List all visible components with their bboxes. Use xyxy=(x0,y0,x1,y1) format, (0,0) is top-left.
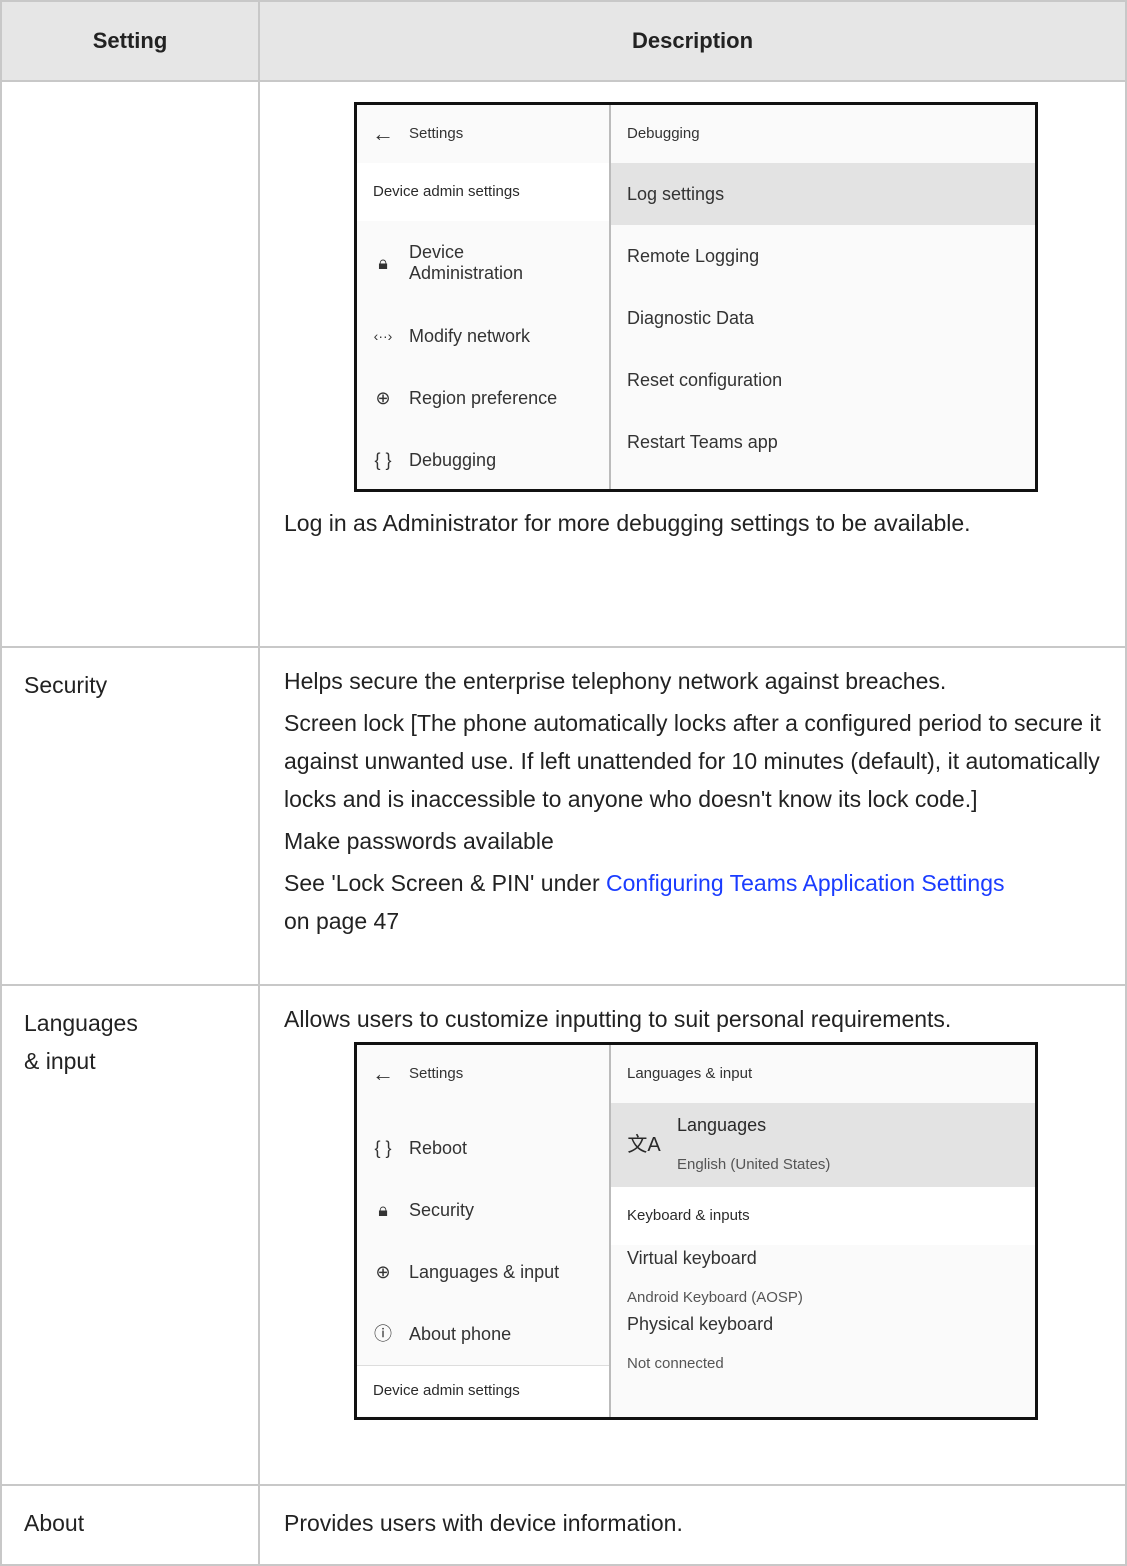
nav-item-reboot: { } Reboot xyxy=(357,1117,609,1179)
languages-subtitle: English (United States) xyxy=(677,1156,831,1173)
info-icon: ⓘ xyxy=(374,1324,392,1344)
physical-keyboard-title: Physical keyboard xyxy=(627,1314,774,1334)
back-arrow-icon: ← xyxy=(372,121,394,146)
table-header-row: Setting Description xyxy=(0,0,1127,82)
setting-cell-about: About xyxy=(0,1484,260,1566)
languages-title: Languages xyxy=(677,1115,767,1135)
braces-icon: { } xyxy=(374,450,392,470)
globe-icon: ⊕ xyxy=(375,388,391,408)
settings-header: ← Settings xyxy=(357,105,609,163)
document-page: Setting Description ← Settings Device ad… xyxy=(0,0,1127,1566)
section-label: Device admin settings xyxy=(357,1365,609,1416)
network-arrows-icon: ‹··› xyxy=(373,328,393,344)
nav-label: Region preference xyxy=(409,387,558,408)
settings-title: Settings xyxy=(409,125,464,142)
virtual-keyboard-item: Virtual keyboard Android Keyboard (AOSP) xyxy=(611,1245,1035,1311)
keyboard-inputs-header: Keyboard & inputs xyxy=(611,1187,1035,1245)
description-cell-debugging: ← Settings Device admin settings 🔒︎ Devi… xyxy=(258,80,1127,648)
nav-item-region-preference: ⊕ Region preference xyxy=(357,367,609,429)
table-row-about: About Provides users with device informa… xyxy=(0,1484,1127,1566)
nav-label: About phone xyxy=(409,1323,512,1344)
security-line-2: Screen lock [The phone automatically loc… xyxy=(284,710,1101,812)
physical-keyboard-item: Physical keyboard Not connected xyxy=(611,1311,1035,1377)
description-cell-languages: Allows users to customize inputting to s… xyxy=(258,984,1127,1486)
see-suffix: on page 47 xyxy=(284,908,400,934)
screenshot-left-pane: ← Settings Device admin settings 🔒︎ Devi… xyxy=(357,105,611,489)
table-row-debugging: ← Settings Device admin settings 🔒︎ Devi… xyxy=(0,80,1127,648)
virtual-keyboard-title: Virtual keyboard xyxy=(627,1248,757,1268)
screenshot-left-pane: ← Settings { } Reboot 🔒︎ Security ⊕ Lang… xyxy=(357,1045,611,1417)
nav-item-debugging: { } Debugging xyxy=(357,429,609,491)
languages-description: Allows users to customize inputting to s… xyxy=(284,1006,952,1032)
log-settings-item: Log settings xyxy=(611,163,1035,225)
nav-label: Debugging xyxy=(409,449,497,470)
translate-icon: 文A xyxy=(627,1134,661,1156)
see-prefix: See 'Lock Screen & PIN' under xyxy=(284,870,607,896)
languages-label-line1: Languages xyxy=(24,1010,138,1036)
nav-item-security: 🔒︎ Security xyxy=(357,1179,609,1241)
description-cell-about: Provides users with device information. xyxy=(258,1484,1127,1566)
header-setting: Setting xyxy=(0,0,260,82)
header-description: Description xyxy=(258,0,1127,82)
configuring-teams-link[interactable]: Configuring Teams Application Settings xyxy=(606,870,1004,896)
nav-label: Languages & input xyxy=(409,1261,560,1282)
setting-cell-languages: Languages & input xyxy=(0,984,260,1486)
section-label: Device admin settings xyxy=(357,163,609,221)
security-line-3: Make passwords available xyxy=(284,828,554,854)
remote-logging-item: Remote Logging xyxy=(627,246,760,266)
nav-label-line1: Device xyxy=(409,242,465,262)
languages-screenshot: ← Settings { } Reboot 🔒︎ Security ⊕ Lang… xyxy=(354,1042,1038,1420)
debugging-note: Log in as Administrator for more debuggi… xyxy=(284,510,971,536)
nav-item-device-administration: 🔒︎ Device Administration xyxy=(357,221,609,305)
table-row-security: Security Helps secure the enterprise tel… xyxy=(0,646,1127,986)
settings-title: Settings xyxy=(409,1065,464,1082)
screenshot-right-pane: Languages & input 文A Languages English (… xyxy=(611,1045,1035,1417)
security-line-1: Helps secure the enterprise telephony ne… xyxy=(284,668,947,694)
physical-keyboard-subtitle: Not connected xyxy=(627,1355,724,1372)
languages-input-title: Languages & input xyxy=(627,1065,753,1082)
setting-cell-debugging xyxy=(0,80,260,648)
nav-item-languages-input: ⊕ Languages & input xyxy=(357,1241,609,1303)
settings-header: ← Settings xyxy=(357,1045,609,1103)
diagnostic-data-item: Diagnostic Data xyxy=(627,308,755,328)
nav-label: Reboot xyxy=(409,1137,468,1158)
nav-label-line2: Administration xyxy=(409,263,524,283)
screenshot-right-pane: Debugging Log settings Remote Logging Di… xyxy=(611,105,1035,489)
lock-icon: 🔒︎ xyxy=(378,253,388,273)
security-see-line: See 'Lock Screen & PIN' under Configurin… xyxy=(284,864,1105,940)
debugging-screenshot: ← Settings Device admin settings 🔒︎ Devi… xyxy=(354,102,1038,492)
lock-icon: 🔒︎ xyxy=(378,1200,388,1220)
settings-table: Setting Description ← Settings Device ad… xyxy=(0,0,1127,1566)
nav-label: Security xyxy=(409,1199,475,1220)
restart-teams-item: Restart Teams app xyxy=(627,432,778,452)
setting-cell-security: Security xyxy=(0,646,260,986)
table-row-languages: Languages & input Allows users to custom… xyxy=(0,984,1127,1486)
back-arrow-icon: ← xyxy=(372,1061,394,1086)
braces-icon: { } xyxy=(374,1138,392,1158)
nav-label: Modify network xyxy=(409,325,531,346)
globe-icon: ⊕ xyxy=(375,1262,391,1282)
languages-item: 文A Languages English (United States) xyxy=(611,1103,1035,1187)
description-cell-security: Helps secure the enterprise telephony ne… xyxy=(258,646,1127,986)
reset-configuration-item: Reset configuration xyxy=(627,370,783,390)
debugging-title: Debugging xyxy=(627,125,700,142)
nav-item-modify-network: ‹··› Modify network xyxy=(357,305,609,367)
languages-label-line2: & input xyxy=(24,1048,96,1074)
nav-item-about-phone: ⓘ About phone xyxy=(357,1303,609,1365)
